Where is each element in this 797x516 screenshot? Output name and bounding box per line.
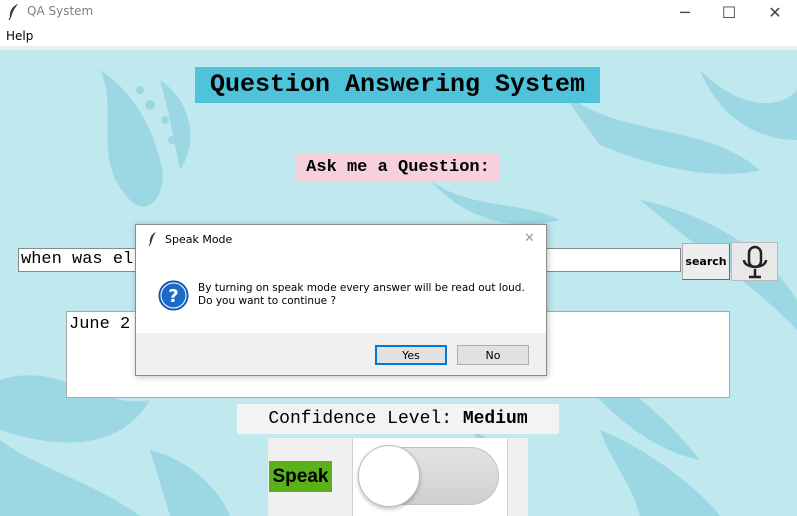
dialog-message: By turning on speak mode every answer wi… bbox=[198, 282, 525, 308]
window-titlebar: QA System ─ ☐ ✕ bbox=[0, 0, 797, 25]
toggle-knob[interactable] bbox=[358, 445, 420, 507]
speak-mode-dialog: Speak Mode ✕ ? By turning on speak mode … bbox=[135, 224, 547, 376]
question-icon: ? bbox=[158, 280, 189, 311]
maximize-button[interactable]: ☐ bbox=[706, 0, 752, 25]
microphone-button[interactable] bbox=[731, 242, 778, 281]
confidence-level: Confidence Level: Medium bbox=[237, 404, 559, 434]
speak-label: Speak bbox=[269, 461, 332, 492]
speak-toggle[interactable] bbox=[352, 438, 508, 516]
yes-button[interactable]: Yes bbox=[375, 345, 447, 365]
dialog-title: Speak Mode bbox=[165, 233, 233, 246]
minimize-button[interactable]: ─ bbox=[662, 0, 708, 25]
dialog-close-button[interactable]: ✕ bbox=[524, 231, 535, 246]
page-title: Question Answering System bbox=[195, 67, 600, 103]
feather-icon bbox=[8, 4, 18, 21]
ask-question-label: Ask me a Question: bbox=[296, 154, 500, 181]
dialog-message-line2: Do you want to continue ? bbox=[198, 295, 337, 307]
dialog-message-line1: By turning on speak mode every answer wi… bbox=[198, 282, 525, 294]
no-button[interactable]: No bbox=[457, 345, 529, 365]
menu-bar: Help bbox=[0, 27, 797, 47]
confidence-value: Medium bbox=[462, 409, 528, 429]
microphone-icon bbox=[742, 245, 767, 278]
svg-text:?: ? bbox=[168, 286, 178, 307]
feather-icon bbox=[148, 232, 156, 247]
dialog-footer: Yes No bbox=[136, 333, 546, 375]
close-button[interactable]: ✕ bbox=[752, 0, 797, 25]
window-title: QA System bbox=[27, 4, 94, 18]
confidence-label: Confidence Level: bbox=[268, 409, 452, 429]
menu-help[interactable]: Help bbox=[6, 29, 33, 43]
search-button[interactable]: search bbox=[682, 243, 730, 280]
